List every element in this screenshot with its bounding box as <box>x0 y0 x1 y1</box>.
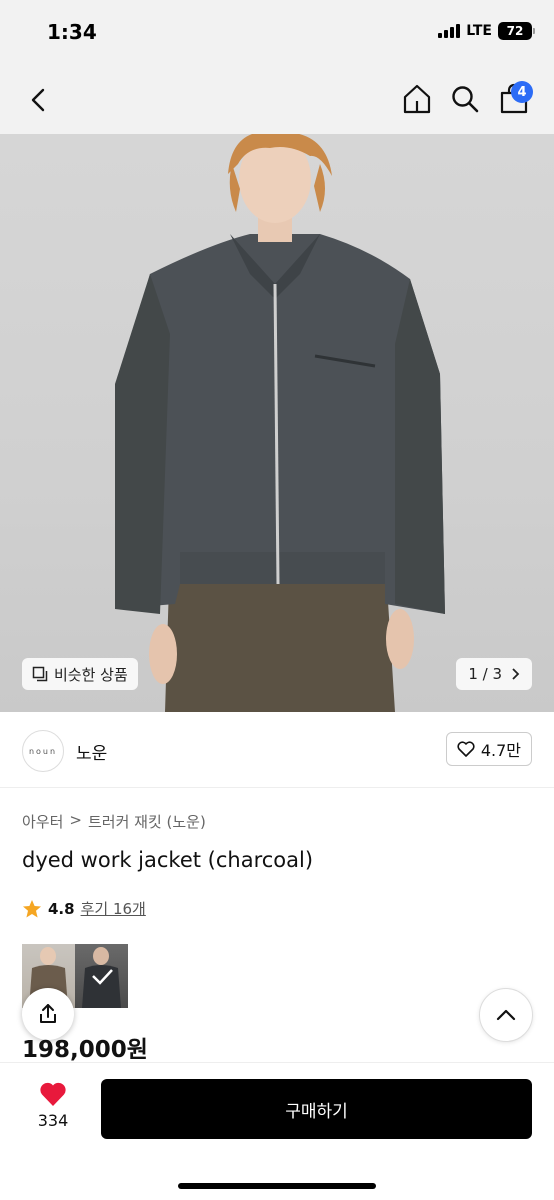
signal-icon <box>438 24 461 38</box>
status-time: 1:34 <box>47 20 97 44</box>
battery-icon: 72 <box>498 22 535 40</box>
page-indicator-text: 1 / 3 <box>468 665 502 683</box>
chevron-left-icon[interactable] <box>24 84 56 116</box>
buy-button[interactable]: 구매하기 <box>101 1079 532 1139</box>
brand-like-count: 4.7만 <box>480 741 521 760</box>
review-link[interactable]: 후기 16개 <box>81 898 146 919</box>
copy-icon <box>32 666 48 682</box>
heart-outline-icon <box>457 741 475 757</box>
status-bar: 1:34 LTE 72 <box>0 0 554 66</box>
model-photo <box>115 134 445 712</box>
breadcrumb-subcategory[interactable]: 트러커 재킷 (노운) <box>88 811 206 832</box>
brand-logo-text: noun <box>28 746 58 756</box>
wishlist-button[interactable]: 334 <box>22 1081 84 1141</box>
search-icon[interactable] <box>450 84 480 114</box>
breadcrumb-separator: > <box>69 811 82 829</box>
product-title: dyed work jacket (charcoal) <box>22 848 314 872</box>
product-image[interactable]: 비슷한 상품 1 / 3 <box>0 134 554 712</box>
star-icon <box>23 899 41 917</box>
color-option-charcoal-selected[interactable] <box>75 944 128 1008</box>
status-icons: LTE 72 <box>438 22 535 40</box>
share-icon <box>40 1004 56 1023</box>
bottom-action-bar: 334 구매하기 <box>0 1062 554 1200</box>
chevron-right-icon <box>512 668 520 680</box>
top-nav <box>0 66 554 134</box>
home-icon[interactable] <box>400 82 434 116</box>
brand-like-button[interactable]: 4.7만 <box>445 732 532 766</box>
scroll-top-button[interactable] <box>479 988 533 1042</box>
image-page-indicator[interactable]: 1 / 3 <box>456 658 532 690</box>
breadcrumb: 아우터 > 트러커 재킷 (노운) <box>22 811 206 832</box>
breadcrumb-category[interactable]: 아우터 <box>22 811 63 832</box>
brand-logo[interactable]: noun <box>22 730 64 772</box>
network-label: LTE <box>466 23 492 39</box>
wishlist-count: 334 <box>37 1111 69 1130</box>
cart-count-badge: 4 <box>511 81 533 103</box>
similar-products-button[interactable]: 비슷한 상품 <box>22 658 138 690</box>
product-price: 198,000원 <box>22 1037 148 1063</box>
similar-products-label: 비슷한 상품 <box>54 665 128 684</box>
battery-level: 72 <box>506 24 524 38</box>
brand-row[interactable]: noun 노운 4.7만 <box>0 712 554 788</box>
brand-name[interactable]: 노운 <box>76 739 107 764</box>
rating-row: 4.8 후기 16개 <box>22 898 146 919</box>
chevron-up-icon <box>496 1009 516 1021</box>
home-indicator <box>178 1183 376 1189</box>
swatch-thumbnail <box>82 947 121 1008</box>
heart-filled-icon <box>40 1082 66 1106</box>
rating-value: 4.8 <box>48 899 75 918</box>
